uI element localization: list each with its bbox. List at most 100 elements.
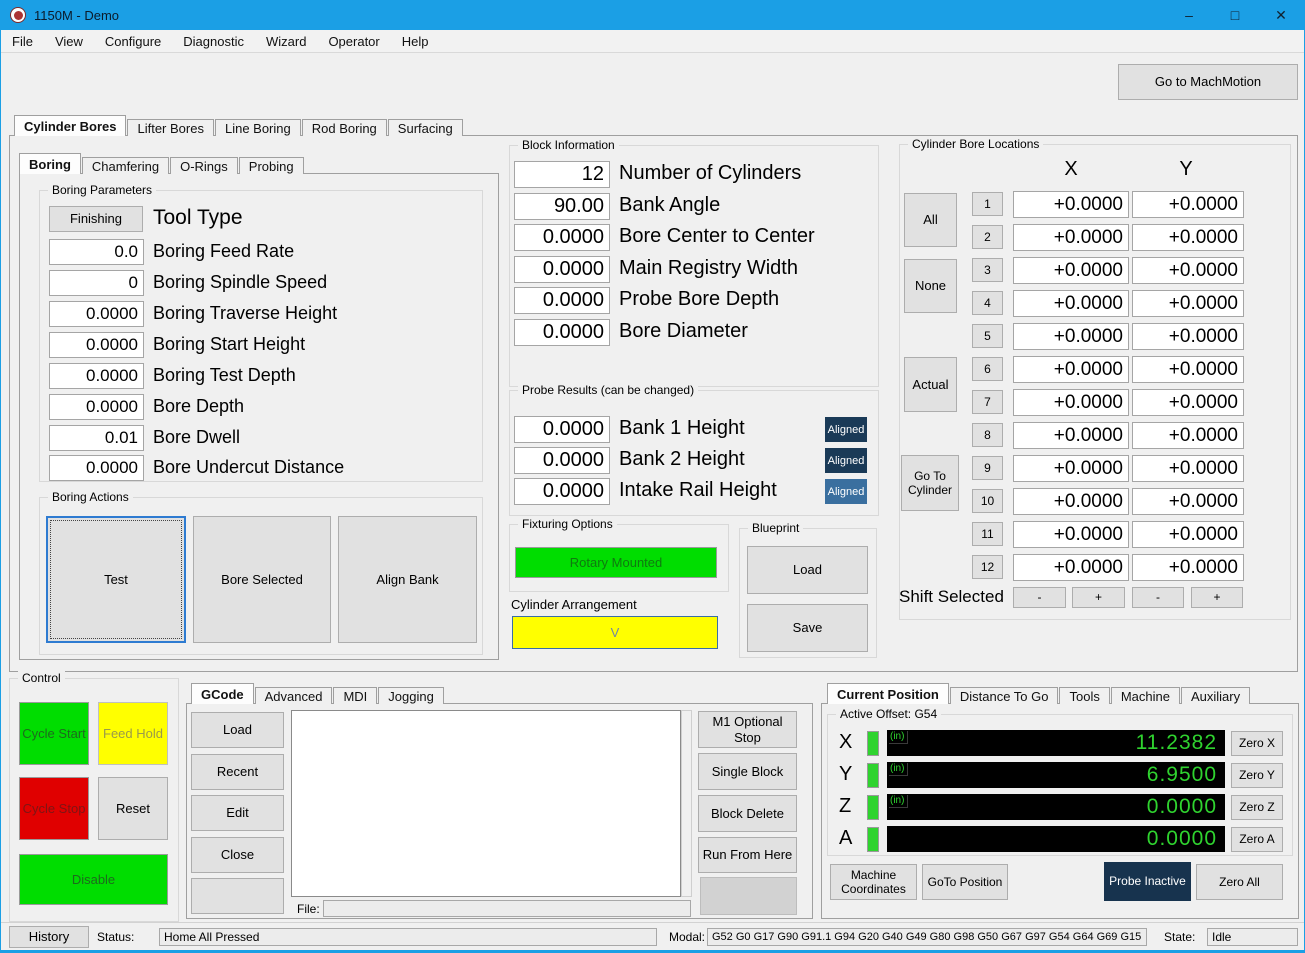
tab-jogging[interactable]: Jogging — [378, 687, 444, 704]
bore-row-9-y[interactable]: +0.0000 — [1132, 455, 1244, 482]
bore-row-9-button[interactable]: 9 — [972, 456, 1003, 480]
gcode-close-button[interactable]: Close — [191, 837, 284, 873]
boring-spindle-speed-field[interactable]: 0 — [49, 270, 144, 296]
boring-test-depth-field[interactable]: 0.0000 — [49, 363, 144, 389]
bank2-aligned-badge[interactable]: Aligned — [825, 448, 867, 473]
menu-configure[interactable]: Configure — [94, 30, 172, 52]
gcode-load-button[interactable]: Load — [191, 712, 284, 748]
bore-row-7-y[interactable]: +0.0000 — [1132, 389, 1244, 416]
goto-position-button[interactable]: GoTo Position — [922, 864, 1008, 900]
close-icon[interactable]: ✕ — [1258, 0, 1304, 30]
bore-undercut-distance-field[interactable]: 0.0000 — [49, 455, 144, 481]
bore-row-6-button[interactable]: 6 — [972, 357, 1003, 381]
bore-select-all-button[interactable]: All — [904, 193, 957, 247]
tab-line-boring[interactable]: Line Boring — [214, 119, 301, 136]
bore-row-1-y[interactable]: +0.0000 — [1132, 191, 1244, 218]
block-delete-button[interactable]: Block Delete — [698, 795, 797, 832]
gcode-blank-button[interactable] — [700, 877, 797, 915]
bore-row-1-button[interactable]: 1 — [972, 192, 1003, 216]
blueprint-save-button[interactable]: Save — [747, 604, 868, 652]
tab-mdi[interactable]: MDI — [333, 687, 378, 704]
single-block-button[interactable]: Single Block — [698, 753, 797, 790]
bank1-height-field[interactable]: 0.0000 — [514, 416, 610, 443]
tab-surfacing[interactable]: Surfacing — [387, 119, 463, 136]
bore-row-12-button[interactable]: 12 — [972, 555, 1003, 579]
blueprint-load-button[interactable]: Load — [747, 546, 868, 594]
bore-row-9-x[interactable]: +0.0000 — [1013, 455, 1129, 482]
tab-auxiliary[interactable]: Auxiliary — [1180, 687, 1251, 704]
run-from-here-button[interactable]: Run From Here — [698, 837, 797, 873]
maximize-icon[interactable]: □ — [1212, 0, 1258, 30]
bore-row-10-y[interactable]: +0.0000 — [1132, 488, 1244, 515]
bore-center-to-center-field[interactable]: 0.0000 — [514, 224, 610, 251]
bore-row-8-y[interactable]: +0.0000 — [1132, 422, 1244, 449]
bore-actual-button[interactable]: Actual — [904, 357, 957, 412]
shift-y-minus-button[interactable]: - — [1132, 587, 1184, 608]
bore-row-3-button[interactable]: 3 — [972, 258, 1003, 282]
bore-row-5-y[interactable]: +0.0000 — [1132, 323, 1244, 350]
zero-x-button[interactable]: Zero X — [1231, 731, 1283, 756]
gcode-view[interactable] — [291, 710, 681, 897]
bore-row-2-button[interactable]: 2 — [972, 225, 1003, 249]
menu-help[interactable]: Help — [391, 30, 440, 52]
test-button[interactable]: Test — [46, 516, 186, 643]
tab-distance-to-go[interactable]: Distance To Go — [949, 687, 1059, 704]
shift-y-plus-button[interactable]: + — [1191, 587, 1243, 608]
gcode-recent-button[interactable]: Recent — [191, 754, 284, 790]
go-to-machmotion-button[interactable]: Go to MachMotion — [1118, 64, 1298, 100]
bore-row-5-x[interactable]: +0.0000 — [1013, 323, 1129, 350]
bore-row-3-x[interactable]: +0.0000 — [1013, 257, 1129, 284]
probe-status-button[interactable]: Probe Inactive — [1104, 862, 1191, 901]
go-to-cylinder-button[interactable]: Go To Cylinder — [901, 455, 959, 511]
gcode-extra-button[interactable] — [191, 878, 284, 914]
tab-advanced[interactable]: Advanced — [254, 687, 333, 704]
feed-hold-button[interactable]: Feed Hold — [98, 702, 168, 765]
bore-row-11-y[interactable]: +0.0000 — [1132, 521, 1244, 548]
machine-coordinates-button[interactable]: Machine Coordinates — [830, 864, 917, 900]
menu-file[interactable]: File — [1, 30, 44, 52]
bore-row-2-y[interactable]: +0.0000 — [1132, 224, 1244, 251]
bore-row-11-button[interactable]: 11 — [972, 522, 1003, 546]
intake-rail-height-field[interactable]: 0.0000 — [514, 478, 610, 505]
minimize-icon[interactable]: – — [1166, 0, 1212, 30]
bore-row-4-x[interactable]: +0.0000 — [1013, 290, 1129, 317]
tab-probing[interactable]: Probing — [238, 157, 304, 174]
rotary-mounted-button[interactable]: Rotary Mounted — [515, 547, 717, 578]
bore-row-6-x[interactable]: +0.0000 — [1013, 356, 1129, 383]
boring-start-height-field[interactable]: 0.0000 — [49, 332, 144, 358]
bore-row-7-button[interactable]: 7 — [972, 390, 1003, 414]
bore-row-4-y[interactable]: +0.0000 — [1132, 290, 1244, 317]
shift-x-minus-button[interactable]: - — [1013, 587, 1066, 608]
bore-diameter-field[interactable]: 0.0000 — [514, 319, 610, 346]
boring-feed-rate-field[interactable]: 0.0 — [49, 239, 144, 265]
align-bank-button[interactable]: Align Bank — [338, 516, 477, 643]
tab-orings[interactable]: O-Rings — [170, 157, 238, 174]
bore-row-12-x[interactable]: +0.0000 — [1013, 554, 1129, 581]
bore-row-6-y[interactable]: +0.0000 — [1132, 356, 1244, 383]
bore-select-none-button[interactable]: None — [904, 259, 957, 313]
number-of-cylinders-field[interactable]: 12 — [514, 161, 610, 188]
menu-wizard[interactable]: Wizard — [255, 30, 317, 52]
tab-cylinder-bores[interactable]: Cylinder Bores — [14, 115, 127, 136]
menu-operator[interactable]: Operator — [317, 30, 390, 52]
bore-row-8-x[interactable]: +0.0000 — [1013, 422, 1129, 449]
cylinder-arrangement-button[interactable]: V — [512, 616, 718, 649]
m1-optional-stop-button[interactable]: M1 Optional Stop — [698, 711, 797, 748]
tab-rod-boring[interactable]: Rod Boring — [301, 119, 387, 136]
bore-row-4-button[interactable]: 4 — [972, 291, 1003, 315]
bore-row-11-x[interactable]: +0.0000 — [1013, 521, 1129, 548]
menu-diagnostic[interactable]: Diagnostic — [172, 30, 255, 52]
disable-button[interactable]: Disable — [19, 854, 168, 905]
probe-bore-depth-field[interactable]: 0.0000 — [514, 287, 610, 314]
intake-aligned-badge[interactable]: Aligned — [825, 479, 867, 504]
bore-depth-field[interactable]: 0.0000 — [49, 394, 144, 420]
tab-lifter-bores[interactable]: Lifter Bores — [127, 119, 214, 136]
bore-dwell-field[interactable]: 0.01 — [49, 425, 144, 451]
gcode-edit-button[interactable]: Edit — [191, 795, 284, 831]
zero-z-button[interactable]: Zero Z — [1231, 795, 1283, 820]
tab-current-position[interactable]: Current Position — [827, 683, 949, 704]
history-button[interactable]: History — [9, 926, 89, 948]
zero-a-button[interactable]: Zero A — [1231, 827, 1283, 852]
menu-view[interactable]: View — [44, 30, 94, 52]
bank-angle-field[interactable]: 90.00 — [514, 193, 610, 220]
